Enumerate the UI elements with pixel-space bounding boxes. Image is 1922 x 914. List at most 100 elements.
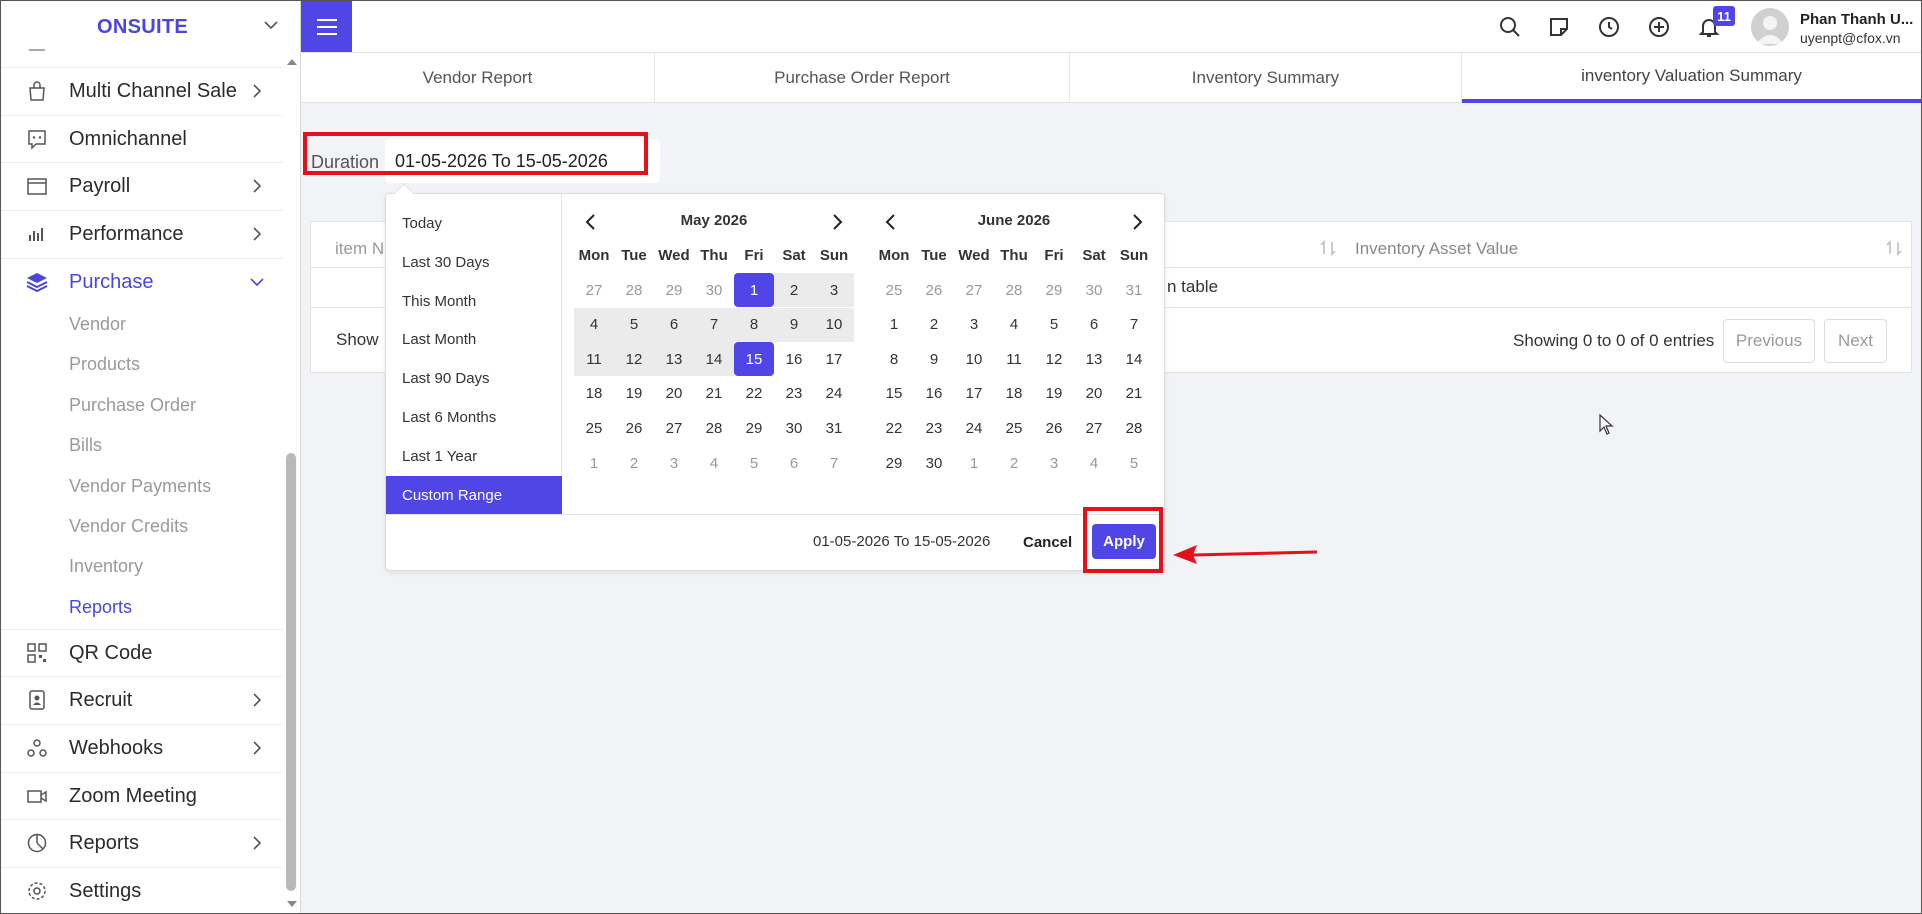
calendar-day[interactable]: 24 (814, 377, 854, 411)
range-last-90-days[interactable]: Last 90 Days (386, 359, 562, 397)
calendar-day[interactable]: 19 (614, 377, 654, 411)
brand-logo[interactable]: ONSUITE (1, 1, 300, 53)
calendar-day[interactable]: 1 (734, 273, 774, 307)
calendar-day[interactable]: 4 (994, 308, 1034, 342)
calendar-day[interactable]: 14 (1114, 342, 1154, 376)
scroll-up-icon[interactable] (285, 57, 299, 67)
calendar-day[interactable]: 6 (654, 307, 694, 342)
column-header-inventory-asset-value[interactable]: Inventory Asset Value (1355, 239, 1518, 259)
note-icon[interactable] (1547, 15, 1571, 39)
sort-icon[interactable] (1318, 239, 1338, 257)
calendar-day[interactable]: 18 (574, 377, 614, 411)
sidebar-item-reports[interactable]: Reports (1, 819, 283, 866)
sidebar-sub-bills[interactable]: Bills (69, 435, 102, 459)
sidebar-sub-purchase-order[interactable]: Purchase Order (69, 395, 196, 419)
calendar-day[interactable]: 17 (814, 342, 854, 376)
calendar-day[interactable]: 15 (734, 342, 774, 377)
calendar-day[interactable]: 11 (994, 342, 1034, 376)
sidebar-sub-vendor[interactable]: Vendor (69, 314, 126, 338)
calendar-day[interactable]: 17 (954, 377, 994, 411)
range-last-1-year[interactable]: Last 1 Year (386, 437, 562, 475)
range-last-30-days[interactable]: Last 30 Days (386, 243, 562, 281)
calendar-day[interactable]: 13 (654, 342, 694, 377)
sidebar-sub-inventory[interactable]: Inventory (69, 556, 143, 580)
calendar-day[interactable]: 30 (914, 446, 954, 480)
calendar-day[interactable]: 8 (734, 307, 774, 342)
tab-purchase-order-report[interactable]: Purchase Order Report (655, 53, 1070, 103)
calendar-day[interactable]: 28 (694, 411, 734, 445)
calendar-day[interactable]: 20 (1074, 377, 1114, 411)
range-custom[interactable]: Custom Range (386, 476, 562, 514)
calendar-day[interactable]: 27 (654, 411, 694, 445)
calendar-day[interactable]: 12 (1034, 342, 1074, 376)
sidebar-item-performance[interactable]: Performance (1, 210, 283, 257)
calendar-day[interactable]: 18 (994, 377, 1034, 411)
calendar-day[interactable]: 7 (694, 307, 734, 342)
calendar-day[interactable]: 13 (1074, 342, 1114, 376)
sidebar-sub-products[interactable]: Products (69, 354, 140, 378)
calendar-day[interactable]: 28 (1114, 411, 1154, 445)
calendar-day[interactable]: 22 (734, 377, 774, 411)
plus-circle-icon[interactable] (1647, 15, 1671, 39)
calendar-day[interactable]: 3 (954, 308, 994, 342)
sidebar-sub-vendor-credits[interactable]: Vendor Credits (69, 516, 188, 540)
calendar-day[interactable]: 23 (774, 377, 814, 411)
prev-month-icon[interactable] (582, 212, 600, 232)
tab-inventory-summary[interactable]: Inventory Summary (1070, 53, 1462, 103)
calendar-day[interactable]: 19 (1034, 377, 1074, 411)
menu-toggle-button[interactable] (301, 1, 352, 52)
tab-inventory-valuation-summary[interactable]: inventory Valuation Summary (1462, 53, 1921, 103)
previous-page-button[interactable]: Previous (1723, 319, 1815, 363)
calendar-day[interactable]: 29 (874, 446, 914, 480)
range-this-month[interactable]: This Month (386, 282, 562, 320)
calendar-day[interactable]: 16 (774, 342, 814, 376)
cancel-button[interactable]: Cancel (1017, 529, 1078, 555)
sidebar-item-recruit[interactable]: Recruit (1, 676, 283, 723)
sidebar-item-zoom-meeting[interactable]: Zoom Meeting (1, 772, 283, 819)
calendar-day[interactable]: 9 (774, 307, 814, 342)
sidebar-sub-reports[interactable]: Reports (69, 597, 132, 621)
chevron-down-icon[interactable] (261, 15, 281, 35)
sidebar-sub-vendor-payments[interactable]: Vendor Payments (69, 476, 211, 500)
sort-icon[interactable] (1884, 239, 1904, 257)
calendar-day[interactable]: 11 (574, 342, 614, 377)
calendar-day[interactable]: 9 (914, 342, 954, 376)
calendar-day[interactable]: 8 (874, 342, 914, 376)
calendar-day[interactable]: 5 (614, 307, 654, 342)
prev-month-icon[interactable] (882, 212, 900, 232)
calendar-day[interactable]: 20 (654, 377, 694, 411)
calendar-day[interactable]: 2 (914, 308, 954, 342)
calendar-day[interactable]: 6 (1074, 308, 1114, 342)
calendar-day[interactable]: 29 (734, 411, 774, 445)
scroll-down-icon[interactable] (285, 899, 299, 909)
next-month-icon[interactable] (1128, 212, 1146, 232)
calendar-day[interactable]: 23 (914, 411, 954, 445)
calendar-day[interactable]: 26 (614, 411, 654, 445)
calendar-day[interactable]: 24 (954, 411, 994, 445)
sidebar-item-payroll[interactable]: Payroll (1, 162, 283, 209)
sidebar-item-qr-code[interactable]: QR Code (1, 629, 283, 676)
sidebar-item-webhooks[interactable]: Webhooks (1, 724, 283, 771)
calendar-day[interactable]: 10 (814, 307, 854, 342)
calendar-day[interactable]: 1 (874, 308, 914, 342)
sidebar-item-omnichannel[interactable]: Omnichannel (1, 115, 283, 162)
calendar-day[interactable]: 7 (1114, 308, 1154, 342)
next-page-button[interactable]: Next (1824, 319, 1887, 363)
calendar-day[interactable]: 25 (574, 411, 614, 445)
search-icon[interactable] (1498, 15, 1522, 39)
range-last-month[interactable]: Last Month (386, 320, 562, 358)
user-name[interactable]: Phan Thanh U... (1800, 11, 1913, 28)
clock-icon[interactable] (1597, 15, 1621, 39)
calendar-day[interactable]: 22 (874, 411, 914, 445)
calendar-day[interactable]: 21 (694, 377, 734, 411)
calendar-day[interactable]: 26 (1034, 411, 1074, 445)
avatar[interactable] (1751, 8, 1789, 46)
next-month-icon[interactable] (828, 212, 846, 232)
sidebar-item-settings[interactable]: Settings (1, 867, 283, 913)
calendar-day[interactable]: 12 (614, 342, 654, 377)
calendar-day[interactable]: 2 (774, 273, 814, 307)
calendar-day[interactable]: 21 (1114, 377, 1154, 411)
sidebar-scrollbar[interactable] (286, 453, 296, 891)
calendar-day[interactable]: 30 (774, 411, 814, 445)
calendar-day[interactable]: 15 (874, 377, 914, 411)
